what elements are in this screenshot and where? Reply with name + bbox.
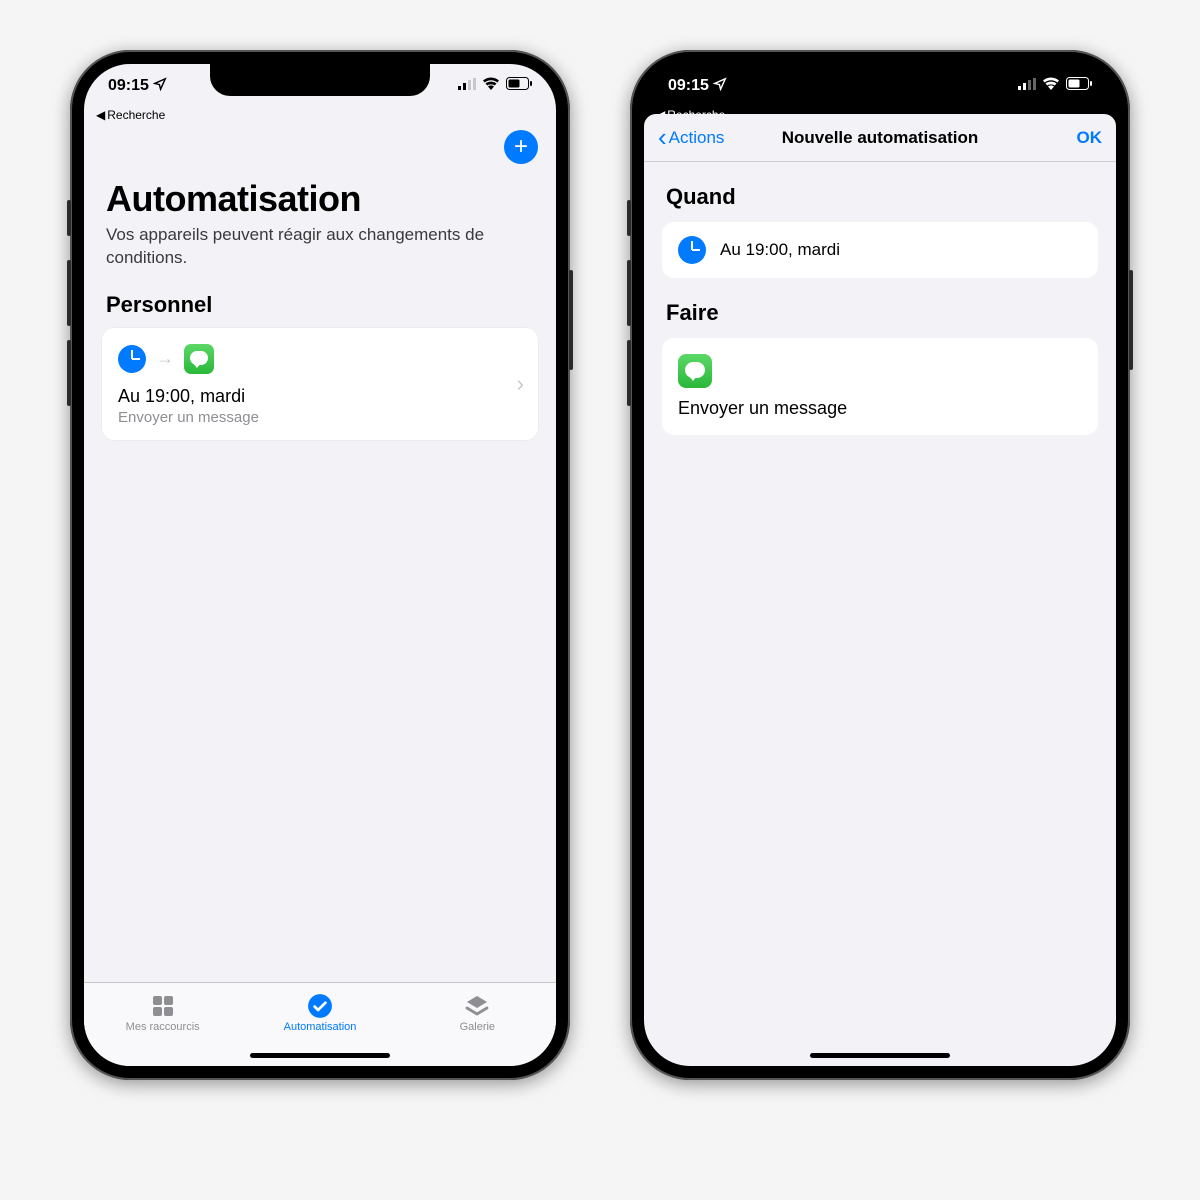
status-time: 09:15 bbox=[108, 77, 149, 95]
breadcrumb-label: Recherche bbox=[107, 108, 165, 122]
check-circle-icon bbox=[306, 993, 334, 1019]
page-subtitle: Vos appareils peuvent réagir aux changem… bbox=[84, 224, 556, 286]
nav-ok-button[interactable]: OK bbox=[1077, 128, 1103, 148]
volume-up bbox=[67, 260, 71, 326]
battery-icon bbox=[506, 77, 532, 95]
phone-left: 09:15 ◀ Recherche bbox=[70, 50, 570, 1080]
section-personnel: Personnel bbox=[84, 286, 556, 328]
notch bbox=[210, 64, 430, 96]
location-icon bbox=[153, 77, 167, 96]
home-indicator[interactable] bbox=[250, 1053, 390, 1058]
tab-gallery[interactable]: Galerie bbox=[399, 983, 556, 1042]
layers-icon bbox=[463, 993, 491, 1019]
nav-title: Nouvelle automatisation bbox=[782, 128, 978, 148]
messages-icon bbox=[184, 344, 214, 374]
do-row[interactable]: Envoyer un message bbox=[662, 338, 1098, 435]
modal-sheet: ‹ Actions Nouvelle automatisation OK Qua… bbox=[644, 114, 1116, 1066]
nav-bar: ‹ Actions Nouvelle automatisation OK bbox=[644, 114, 1116, 162]
add-automation-button[interactable]: + bbox=[504, 130, 538, 164]
back-to-search[interactable]: ◀ Recherche bbox=[84, 108, 556, 124]
power-button bbox=[1129, 270, 1133, 370]
volume-up bbox=[627, 260, 631, 326]
tab-automation[interactable]: Automatisation bbox=[241, 983, 398, 1042]
volume-down bbox=[627, 340, 631, 406]
arrow-icon: → bbox=[156, 348, 174, 369]
tab-shortcuts-label: Mes raccourcis bbox=[126, 1021, 200, 1033]
phone-right: 09:15 ◀ Recherche bbox=[630, 50, 1130, 1080]
tab-gallery-label: Galerie bbox=[460, 1021, 495, 1033]
do-value: Envoyer un message bbox=[678, 398, 1082, 419]
location-icon bbox=[713, 77, 727, 96]
notch bbox=[770, 64, 990, 96]
mute-switch bbox=[67, 200, 71, 236]
tab-automation-label: Automatisation bbox=[284, 1021, 357, 1033]
volume-down bbox=[67, 340, 71, 406]
page-title: Automatisation bbox=[84, 172, 556, 224]
status-time: 09:15 bbox=[668, 77, 709, 95]
automation-trigger: Au 19:00, mardi bbox=[118, 386, 522, 407]
clock-icon bbox=[678, 236, 706, 264]
chevron-left-icon: ‹ bbox=[658, 122, 667, 153]
wifi-icon bbox=[1042, 77, 1060, 95]
back-caret-icon: ◀ bbox=[96, 108, 105, 122]
when-value: Au 19:00, mardi bbox=[720, 240, 840, 260]
automation-card[interactable]: → Au 19:00, mardi Envoyer un message › bbox=[102, 328, 538, 440]
do-label: Faire bbox=[644, 278, 1116, 338]
power-button bbox=[569, 270, 573, 370]
nav-back-button[interactable]: ‹ Actions bbox=[658, 122, 724, 153]
wifi-icon bbox=[482, 77, 500, 95]
chevron-right-icon: › bbox=[517, 371, 524, 397]
plus-icon: + bbox=[514, 133, 528, 161]
mute-switch bbox=[627, 200, 631, 236]
battery-icon bbox=[1066, 77, 1092, 95]
when-label: Quand bbox=[644, 162, 1116, 222]
signal-icon bbox=[1018, 77, 1036, 95]
when-row[interactable]: Au 19:00, mardi bbox=[662, 222, 1098, 278]
home-indicator[interactable] bbox=[810, 1053, 950, 1058]
tab-shortcuts[interactable]: Mes raccourcis bbox=[84, 983, 241, 1042]
signal-icon bbox=[458, 77, 476, 95]
grid-icon bbox=[149, 993, 177, 1019]
automation-action: Envoyer un message bbox=[118, 409, 522, 426]
nav-back-label: Actions bbox=[669, 128, 725, 148]
messages-icon bbox=[678, 354, 712, 388]
clock-icon bbox=[118, 345, 146, 373]
